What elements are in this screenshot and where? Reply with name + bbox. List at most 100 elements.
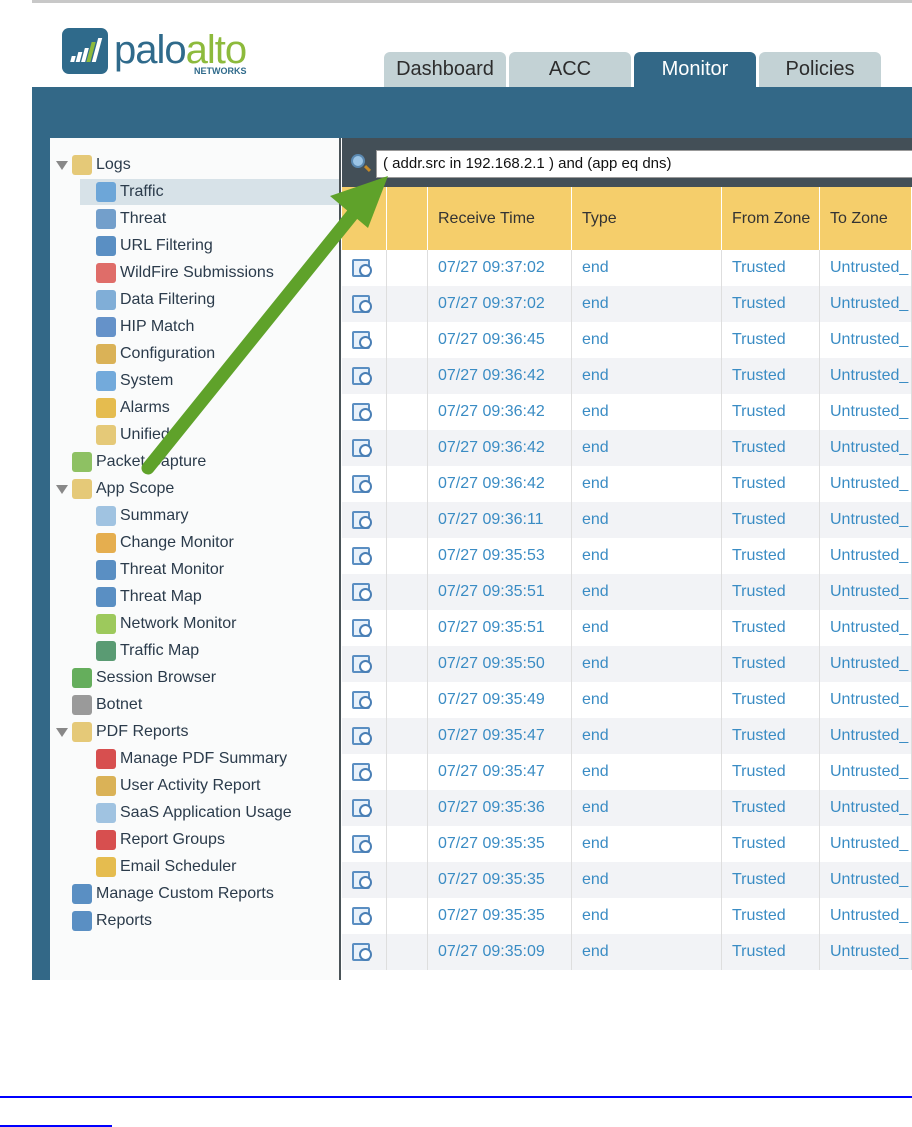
to-zone-cell[interactable]: Untrusted_ (820, 718, 912, 754)
table-row[interactable]: 07/27 09:36:42 end Trusted Untrusted_ (342, 394, 912, 430)
type-cell[interactable]: end (572, 358, 722, 394)
sidebar-item-alarms[interactable]: Alarms (96, 395, 319, 421)
log-detail-magnifier-icon[interactable] (352, 475, 372, 493)
column-header-blank-0[interactable] (342, 187, 387, 250)
column-header-type[interactable]: Type (572, 187, 722, 250)
table-row[interactable]: 07/27 09:35:09 end Trusted Untrusted_ (342, 934, 912, 970)
type-cell[interactable]: end (572, 718, 722, 754)
table-row[interactable]: 07/27 09:35:53 end Trusted Untrusted_ (342, 538, 912, 574)
to-zone-cell[interactable]: Untrusted_ (820, 682, 912, 718)
table-row[interactable]: 07/27 09:35:49 end Trusted Untrusted_ (342, 682, 912, 718)
sidebar-item-botnet[interactable]: Botnet (72, 692, 319, 718)
table-row[interactable]: 07/27 09:35:36 end Trusted Untrusted_ (342, 790, 912, 826)
sidebar-item-network-monitor[interactable]: Network Monitor (96, 611, 319, 637)
to-zone-cell[interactable]: Untrusted_ (820, 430, 912, 466)
to-zone-cell[interactable]: Untrusted_ (820, 574, 912, 610)
to-zone-cell[interactable]: Untrusted_ (820, 502, 912, 538)
table-row[interactable]: 07/27 09:35:51 end Trusted Untrusted_ (342, 610, 912, 646)
type-cell[interactable]: end (572, 466, 722, 502)
expand-triangle-icon[interactable] (56, 728, 68, 737)
log-detail-magnifier-icon[interactable] (352, 259, 372, 277)
log-detail-magnifier-icon[interactable] (352, 727, 372, 745)
to-zone-cell[interactable]: Untrusted_ (820, 286, 912, 322)
sidebar-item-email-scheduler[interactable]: Email Scheduler (96, 854, 319, 880)
log-detail-magnifier-icon[interactable] (352, 295, 372, 313)
from-zone-cell[interactable]: Trusted (722, 790, 820, 826)
sidebar-item-logs[interactable]: Logs (72, 152, 319, 178)
to-zone-cell[interactable]: Untrusted_ (820, 826, 912, 862)
to-zone-cell[interactable]: Untrusted_ (820, 754, 912, 790)
to-zone-cell[interactable]: Untrusted_ (820, 862, 912, 898)
log-detail-magnifier-icon[interactable] (352, 367, 372, 385)
sidebar-item-threat-monitor[interactable]: Threat Monitor (96, 557, 319, 583)
table-row[interactable]: 07/27 09:36:45 end Trusted Untrusted_ (342, 322, 912, 358)
receive-time-cell[interactable]: 07/27 09:35:47 (428, 718, 572, 754)
from-zone-cell[interactable]: Trusted (722, 718, 820, 754)
log-detail-magnifier-icon[interactable] (352, 691, 372, 709)
log-detail-magnifier-icon[interactable] (352, 655, 372, 673)
table-row[interactable]: 07/27 09:35:47 end Trusted Untrusted_ (342, 718, 912, 754)
table-row[interactable]: 07/27 09:35:35 end Trusted Untrusted_ (342, 826, 912, 862)
from-zone-cell[interactable]: Trusted (722, 826, 820, 862)
from-zone-cell[interactable]: Trusted (722, 358, 820, 394)
from-zone-cell[interactable]: Trusted (722, 646, 820, 682)
from-zone-cell[interactable]: Trusted (722, 898, 820, 934)
tab-policies[interactable]: Policies (759, 52, 881, 87)
type-cell[interactable]: end (572, 934, 722, 970)
sidebar-item-report-groups[interactable]: Report Groups (96, 827, 319, 853)
sidebar-item-reports[interactable]: Reports (72, 908, 319, 934)
receive-time-cell[interactable]: 07/27 09:35:49 (428, 682, 572, 718)
column-header-receive-time[interactable]: Receive Time (428, 187, 572, 250)
from-zone-cell[interactable]: Trusted (722, 610, 820, 646)
to-zone-cell[interactable]: Untrusted_ (820, 466, 912, 502)
receive-time-cell[interactable]: 07/27 09:36:11 (428, 502, 572, 538)
table-row[interactable]: 07/27 09:35:35 end Trusted Untrusted_ (342, 862, 912, 898)
log-detail-magnifier-icon[interactable] (352, 547, 372, 565)
type-cell[interactable]: end (572, 790, 722, 826)
sidebar-item-threat-map[interactable]: Threat Map (96, 584, 319, 610)
log-detail-magnifier-icon[interactable] (352, 439, 372, 457)
to-zone-cell[interactable]: Untrusted_ (820, 394, 912, 430)
table-row[interactable]: 07/27 09:36:42 end Trusted Untrusted_ (342, 466, 912, 502)
table-row[interactable]: 07/27 09:35:47 end Trusted Untrusted_ (342, 754, 912, 790)
type-cell[interactable]: end (572, 394, 722, 430)
receive-time-cell[interactable]: 07/27 09:35:50 (428, 646, 572, 682)
sidebar-item-user-activity-report[interactable]: User Activity Report (96, 773, 319, 799)
to-zone-cell[interactable]: Untrusted_ (820, 322, 912, 358)
receive-time-cell[interactable]: 07/27 09:35:35 (428, 862, 572, 898)
log-detail-magnifier-icon[interactable] (352, 871, 372, 889)
table-row[interactable]: 07/27 09:35:51 end Trusted Untrusted_ (342, 574, 912, 610)
receive-time-cell[interactable]: 07/27 09:37:02 (428, 250, 572, 286)
from-zone-cell[interactable]: Trusted (722, 250, 820, 286)
to-zone-cell[interactable]: Untrusted_ (820, 250, 912, 286)
column-header-blank-1[interactable] (387, 187, 428, 250)
sidebar-item-packet-capture[interactable]: Packet Capture (72, 449, 319, 475)
type-cell[interactable]: end (572, 322, 722, 358)
log-detail-magnifier-icon[interactable] (352, 763, 372, 781)
sidebar-item-threat[interactable]: Threat (96, 206, 319, 232)
from-zone-cell[interactable]: Trusted (722, 682, 820, 718)
table-row[interactable]: 07/27 09:36:42 end Trusted Untrusted_ (342, 358, 912, 394)
type-cell[interactable]: end (572, 538, 722, 574)
from-zone-cell[interactable]: Trusted (722, 466, 820, 502)
receive-time-cell[interactable]: 07/27 09:36:42 (428, 466, 572, 502)
to-zone-cell[interactable]: Untrusted_ (820, 358, 912, 394)
from-zone-cell[interactable]: Trusted (722, 862, 820, 898)
sidebar-item-app-scope[interactable]: App Scope (72, 476, 319, 502)
type-cell[interactable]: end (572, 646, 722, 682)
from-zone-cell[interactable]: Trusted (722, 538, 820, 574)
to-zone-cell[interactable]: Untrusted_ (820, 646, 912, 682)
sidebar-item-unified[interactable]: Unified (96, 422, 319, 448)
sidebar-item-traffic[interactable]: Traffic (80, 179, 339, 205)
sidebar-item-data-filtering[interactable]: Data Filtering (96, 287, 319, 313)
sidebar-item-summary[interactable]: Summary (96, 503, 319, 529)
from-zone-cell[interactable]: Trusted (722, 322, 820, 358)
type-cell[interactable]: end (572, 574, 722, 610)
sidebar-item-change-monitor[interactable]: Change Monitor (96, 530, 319, 556)
log-detail-magnifier-icon[interactable] (352, 943, 372, 961)
sidebar-item-traffic-map[interactable]: Traffic Map (96, 638, 319, 664)
sidebar-item-manage-pdf-summary[interactable]: Manage PDF Summary (96, 746, 319, 772)
sidebar-item-manage-custom-reports[interactable]: Manage Custom Reports (72, 881, 319, 907)
to-zone-cell[interactable]: Untrusted_ (820, 538, 912, 574)
receive-time-cell[interactable]: 07/27 09:36:42 (428, 394, 572, 430)
